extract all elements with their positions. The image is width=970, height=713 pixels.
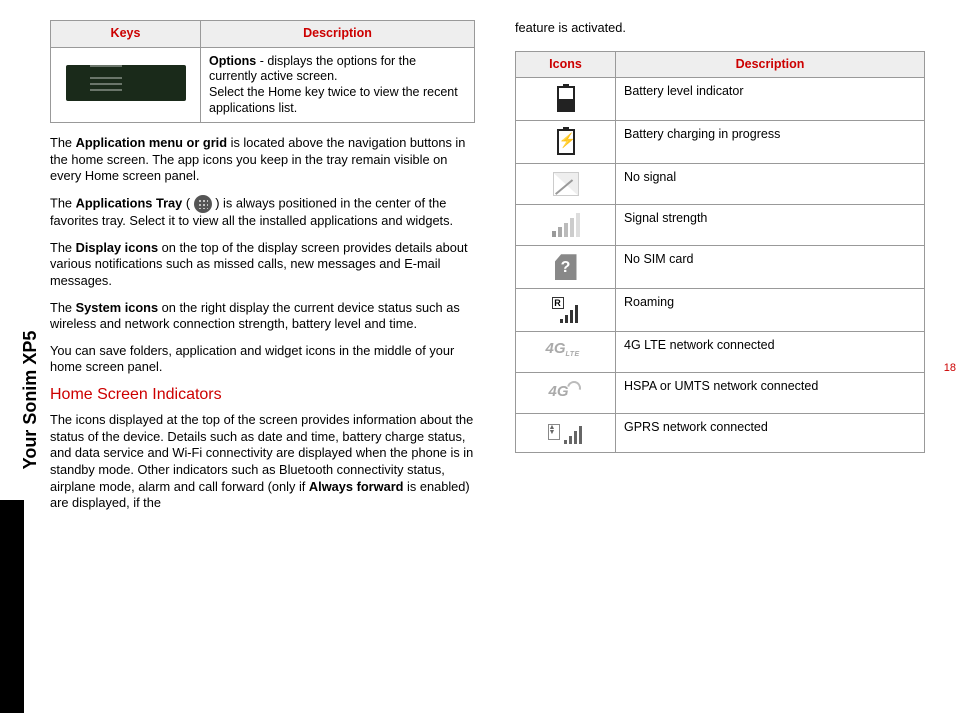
no-sim-icon <box>555 254 577 280</box>
no-signal-icon <box>553 172 579 196</box>
lte-icon-cell <box>516 332 616 373</box>
description-header: Description <box>616 51 925 78</box>
options-desc-2: Select the Home key twice to view the re… <box>209 85 458 115</box>
lte-desc: 4G LTE network connected <box>616 332 925 373</box>
table-header-row: Icons Description <box>516 51 925 78</box>
table-header-row: Keys Description <box>51 21 475 48</box>
paragraph-app-menu: The Application menu or grid is located … <box>50 135 475 185</box>
hspa-desc: HSPA or UMTS network connected <box>616 373 925 414</box>
p1-pre: The <box>50 135 76 150</box>
right-column: feature is activated. Icons Description … <box>515 20 925 522</box>
battery-desc: Battery level indicator <box>616 78 925 121</box>
hspa-icon <box>549 381 583 405</box>
paragraph-display-icons: The Display icons on the top of the disp… <box>50 240 475 290</box>
icons-header: Icons <box>516 51 616 78</box>
charging-icon-cell <box>516 121 616 164</box>
table-row: Battery charging in progress <box>516 121 925 164</box>
table-row: Signal strength <box>516 205 925 246</box>
gprs-arrows-icon: ▲▼ <box>549 425 556 435</box>
battery-icon-cell <box>516 78 616 121</box>
gprs-icon: ▲▼ <box>548 422 584 444</box>
table-row: 4G LTE network connected <box>516 332 925 373</box>
table-row: Roaming <box>516 289 925 332</box>
feature-activated-text: feature is activated. <box>515 20 925 37</box>
options-key-cell <box>51 47 201 123</box>
table-row: ▲▼ GPRS network connected <box>516 414 925 453</box>
hspa-icon-cell <box>516 373 616 414</box>
keys-table: Keys Description Options - displays the … <box>50 20 475 123</box>
table-row: No SIM card <box>516 246 925 289</box>
nosignal-desc: No signal <box>616 164 925 205</box>
keys-header: Keys <box>51 21 201 48</box>
table-row: HSPA or UMTS network connected <box>516 373 925 414</box>
options-label: Options <box>209 54 256 68</box>
paragraph-apps-tray: The Applications Tray ( ) is always posi… <box>50 195 475 230</box>
nosignal-icon-cell <box>516 164 616 205</box>
left-column: Keys Description Options - displays the … <box>50 20 475 522</box>
options-desc-cell: Options - displays the options for the c… <box>201 47 475 123</box>
hspa-ring-icon <box>564 379 583 398</box>
gprs-icon-cell: ▲▼ <box>516 414 616 453</box>
p3-pre: The <box>50 240 76 255</box>
roaming-desc: Roaming <box>616 289 925 332</box>
p1-bold: Application menu or grid <box>76 135 227 150</box>
roaming-icon-cell <box>516 289 616 332</box>
paragraph-save-folders: You can save folders, application and wi… <box>50 343 475 376</box>
charging-desc: Battery charging in progress <box>616 121 925 164</box>
options-key-icon <box>66 65 186 101</box>
p2-mid: ( <box>182 195 193 210</box>
p4-bold: System icons <box>76 300 159 315</box>
page-number: 18 <box>944 362 956 374</box>
p6-bold: Always forward <box>309 479 404 494</box>
p3-bold: Display icons <box>76 240 159 255</box>
p4-pre: The <box>50 300 76 315</box>
signal-desc: Signal strength <box>616 205 925 246</box>
nosim-desc: No SIM card <box>616 246 925 289</box>
description-header: Description <box>201 21 475 48</box>
nosim-icon-cell <box>516 246 616 289</box>
apps-tray-icon <box>194 195 212 213</box>
sidebar-black-bar <box>0 500 24 713</box>
table-row: No signal <box>516 164 925 205</box>
signal-icon-cell <box>516 205 616 246</box>
roaming-icon <box>552 297 580 323</box>
gprs-desc: GPRS network connected <box>616 414 925 453</box>
table-row: Battery level indicator <box>516 78 925 121</box>
section-title-home-indicators: Home Screen Indicators <box>50 386 475 404</box>
signal-strength-icon <box>552 213 580 237</box>
sidebar-section-label: Your Sonim XP5 <box>20 331 41 470</box>
paragraph-system-icons: The System icons on the right display th… <box>50 300 475 333</box>
table-row: Options - displays the options for the c… <box>51 47 475 123</box>
p2-pre: The <box>50 195 76 210</box>
paragraph-indicators: The icons displayed at the top of the sc… <box>50 412 475 512</box>
p2-bold: Applications Tray <box>76 195 183 210</box>
battery-charging-icon <box>557 129 575 155</box>
4g-lte-icon <box>546 340 586 364</box>
battery-level-icon <box>557 86 575 112</box>
icons-table: Icons Description Battery level indicato… <box>515 51 925 454</box>
